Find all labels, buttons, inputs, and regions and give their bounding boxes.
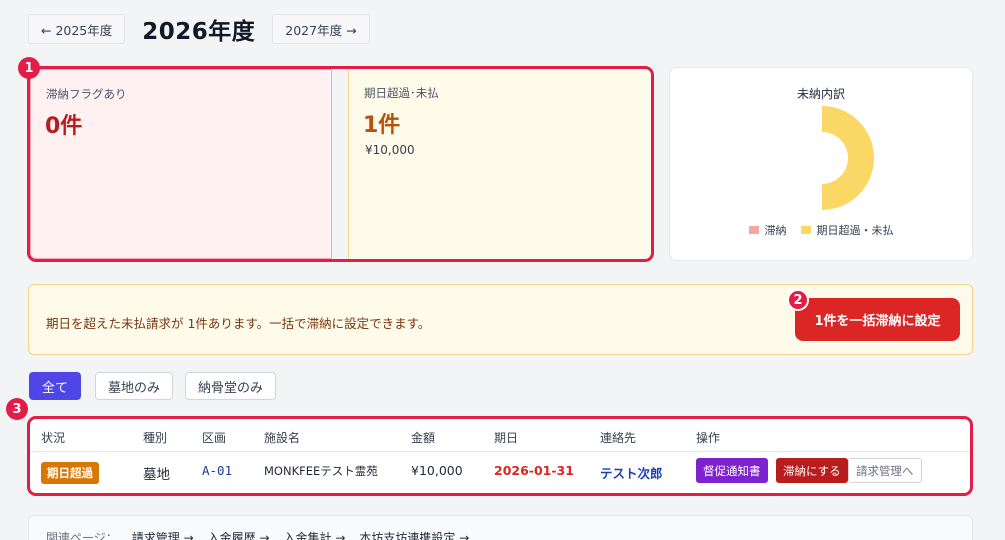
legend-label: 期日超過・未払 (816, 224, 894, 237)
donut-slice-1 (822, 106, 874, 210)
bulk-set-delinquent-button[interactable]: 1件を一括滞納に設定 (795, 298, 960, 341)
unpaid-breakdown-chart-card: 未納内訳 滞納 期日超過・未払 (669, 67, 973, 261)
related-pages-bar: 関連ページ： 請求管理 → 入金履歴 → 入金集計 → 本坊支坊連携設定 → (28, 515, 973, 540)
amount-cell: ¥10,000 (411, 463, 463, 478)
alert-message: 期日を超えた未払請求が 1件あります。一括で滞納に設定できます。 (46, 316, 431, 331)
status-badge: 期日超過 (41, 462, 99, 484)
filter-all[interactable]: 全て (29, 372, 82, 400)
link-branch-settings[interactable]: 本坊支坊連携設定 → (359, 529, 469, 540)
billing-table: 状況 種別 区画 施設名 金額 期日 連絡先 操作 期日超過 墓地 A-01 M… (27, 416, 973, 496)
link-billing[interactable]: 請求管理 → (132, 529, 194, 540)
callout-marker-2: 2 (787, 289, 809, 311)
go-to-billing-button[interactable]: 請求管理へ (848, 458, 922, 483)
link-payment-history[interactable]: 入金履歴 → (208, 529, 270, 540)
column-header-facility: 施設名 (264, 431, 301, 445)
header-divider (30, 451, 970, 452)
legend-swatch (800, 226, 811, 234)
set-delinquent-button[interactable]: 滞納にする (776, 458, 848, 483)
legend-label: 滞納 (764, 224, 787, 237)
filter-cemetery-only[interactable]: 墓地のみ (95, 372, 174, 400)
chart-legend: 滞納 期日超過・未払 (670, 222, 972, 238)
callout-marker-1: 1 (18, 57, 40, 79)
facility-cell: MONKFEEテスト霊苑 (264, 464, 378, 478)
column-header-due-date: 期日 (494, 431, 519, 445)
filter-columbarium-only[interactable]: 納骨堂のみ (185, 372, 277, 400)
next-year-button[interactable]: 2027年度 → (272, 14, 370, 44)
page-title: 2026年度 (142, 19, 256, 45)
column-header-status: 状況 (41, 431, 66, 445)
plot-cell: A-01 (202, 463, 233, 478)
legend-item-overdue: 期日超過・未払 (800, 222, 894, 238)
column-header-actions: 操作 (696, 431, 721, 445)
callout-marker-3: 3 (6, 398, 28, 420)
filter-tabs: 全て 墓地のみ 納骨堂のみ (29, 372, 288, 400)
prev-year-button[interactable]: ← 2025年度 (28, 14, 126, 44)
column-header-contact: 連絡先 (600, 431, 637, 445)
legend-item-delinquent: 滞納 (748, 222, 787, 238)
column-header-plot: 区画 (202, 431, 227, 445)
column-header-amount: 金額 (411, 431, 436, 445)
due-date-cell: 2026-01-31 (494, 463, 574, 478)
type-cell: 墓地 (143, 467, 170, 483)
column-header-type: 種別 (143, 431, 168, 445)
year-navigation: ← 2025年度 2026年度 2027年度 → (28, 12, 370, 46)
contact-link[interactable]: テスト次郎 (600, 463, 663, 482)
legend-swatch (748, 226, 759, 234)
related-label: 関連ページ： (46, 531, 118, 540)
highlight-box-kpi (27, 66, 654, 262)
dunning-notice-button[interactable]: 督促通知書 (696, 458, 768, 483)
link-payment-summary[interactable]: 入金集計 → (284, 529, 346, 540)
